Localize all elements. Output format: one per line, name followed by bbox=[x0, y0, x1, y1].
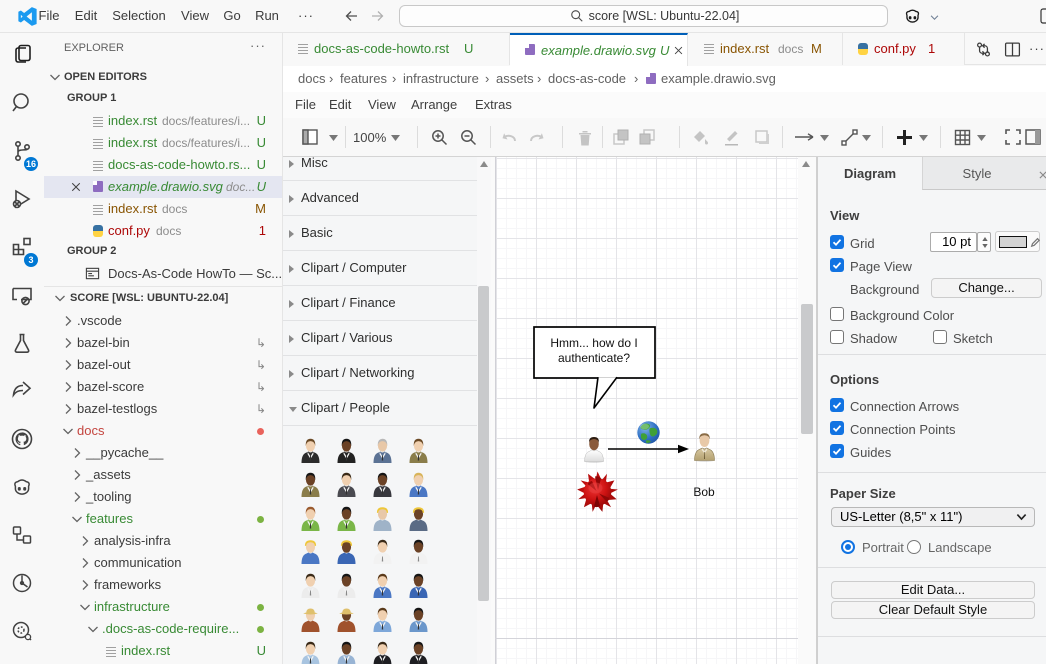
svg-text:Hmm... how do I: Hmm... how do I bbox=[550, 336, 637, 350]
svg-text:Bob: Bob bbox=[693, 485, 715, 499]
svg-text:authenticate?: authenticate? bbox=[558, 351, 630, 365]
